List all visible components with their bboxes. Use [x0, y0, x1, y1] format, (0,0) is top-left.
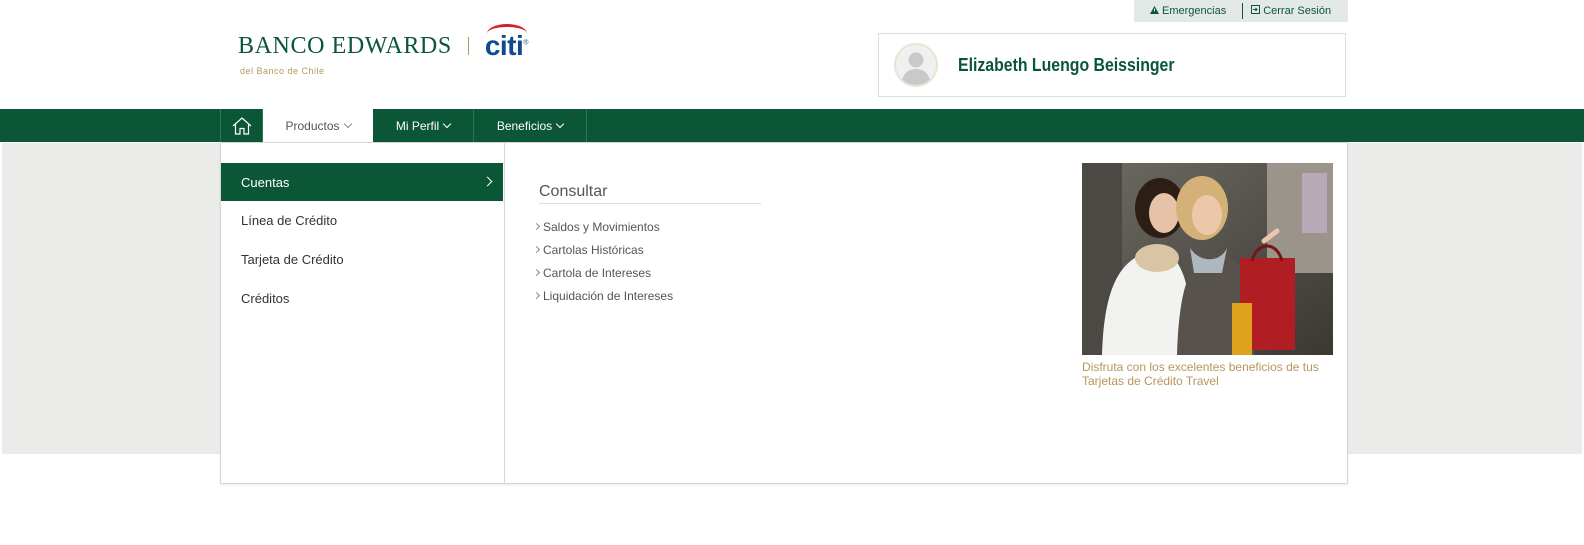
category-creditos[interactable]: Créditos	[221, 279, 503, 317]
avatar	[894, 43, 938, 87]
bank-logo[interactable]: BANCO EDWARDS citi® del Banco de Chile	[238, 24, 528, 76]
chevron-right-icon	[532, 268, 541, 277]
promo-image[interactable]	[1082, 163, 1333, 355]
nav-beneficios[interactable]: Beneficios	[474, 109, 587, 142]
category-label: Línea de Crédito	[241, 212, 338, 228]
category-label: Créditos	[241, 290, 290, 306]
shopping-women-image	[1082, 163, 1333, 355]
logo-divider	[467, 37, 469, 55]
nav-mi-perfil[interactable]: Mi Perfil	[373, 109, 474, 142]
chevron-down-icon	[442, 119, 452, 129]
user-name: Elizabeth Luengo Beissinger	[958, 54, 1175, 75]
category-cuentas[interactable]: Cuentas	[221, 163, 503, 201]
home-button[interactable]	[220, 109, 263, 142]
warning-icon	[1150, 5, 1159, 17]
nav-productos-label: Productos	[285, 118, 340, 133]
section-title: Consultar	[539, 183, 761, 204]
user-card[interactable]: Elizabeth Luengo Beissinger	[878, 33, 1346, 97]
cerrar-sesion-link[interactable]: Cerrar Sesión	[1243, 0, 1339, 22]
chevron-down-icon	[555, 119, 565, 129]
link-cartolas-historicas[interactable]: Cartolas Históricas	[532, 238, 673, 261]
chevron-right-icon	[482, 176, 493, 187]
chevron-right-icon	[532, 222, 541, 231]
emergencias-label: Emergencias	[1162, 5, 1227, 17]
category-tarjeta-credito[interactable]: Tarjeta de Crédito	[221, 240, 503, 278]
nav-productos[interactable]: Productos	[263, 109, 373, 142]
logout-icon	[1251, 5, 1261, 17]
emergencias-link[interactable]: Emergencias	[1134, 0, 1242, 22]
link-label: Saldos y Movimientos	[543, 219, 660, 234]
chevron-right-icon	[532, 245, 541, 254]
link-label: Cartolas Históricas	[543, 242, 644, 257]
citi-logo: citi®	[485, 24, 528, 62]
home-icon	[232, 116, 251, 135]
category-label: Cuentas	[241, 174, 290, 190]
citi-arc	[486, 24, 527, 43]
nav-beneficios-label: Beneficios	[496, 118, 553, 133]
chevron-right-icon	[532, 291, 541, 300]
cerrar-sesion-label: Cerrar Sesión	[1263, 5, 1332, 17]
link-liquidacion-intereses[interactable]: Liquidación de Intereses	[532, 284, 674, 307]
chevron-down-icon	[343, 119, 352, 129]
link-cartola-intereses[interactable]: Cartola de Intereses	[532, 261, 673, 284]
products-dropdown: Cuentas Línea de Crédito Tarjeta de Créd…	[220, 142, 1348, 484]
link-saldos-movimientos[interactable]: Saldos y Movimientos	[532, 215, 673, 238]
user-silhouette-icon	[901, 52, 931, 85]
consult-links: Saldos y Movimientos Cartolas Históricas…	[532, 215, 674, 307]
promo-caption[interactable]: Disfruta con los excelentes beneficios d…	[1082, 360, 1342, 388]
link-label: Liquidación de Intereses	[543, 288, 674, 303]
main-nav: Productos Mi Perfil Beneficios	[0, 109, 1584, 142]
brand-subtitle: del Banco de Chile	[240, 66, 325, 76]
brand-name: BANCO EDWARDS	[238, 32, 452, 59]
utility-bar: Emergencias Cerrar Sesión	[1134, 0, 1348, 22]
category-sidebar: Cuentas Línea de Crédito Tarjeta de Créd…	[221, 143, 505, 483]
link-label: Cartola de Intereses	[543, 265, 652, 280]
category-label: Tarjeta de Crédito	[241, 251, 344, 267]
nav-mi-perfil-label: Mi Perfil	[395, 118, 440, 133]
category-linea-credito[interactable]: Línea de Crédito	[221, 201, 503, 239]
